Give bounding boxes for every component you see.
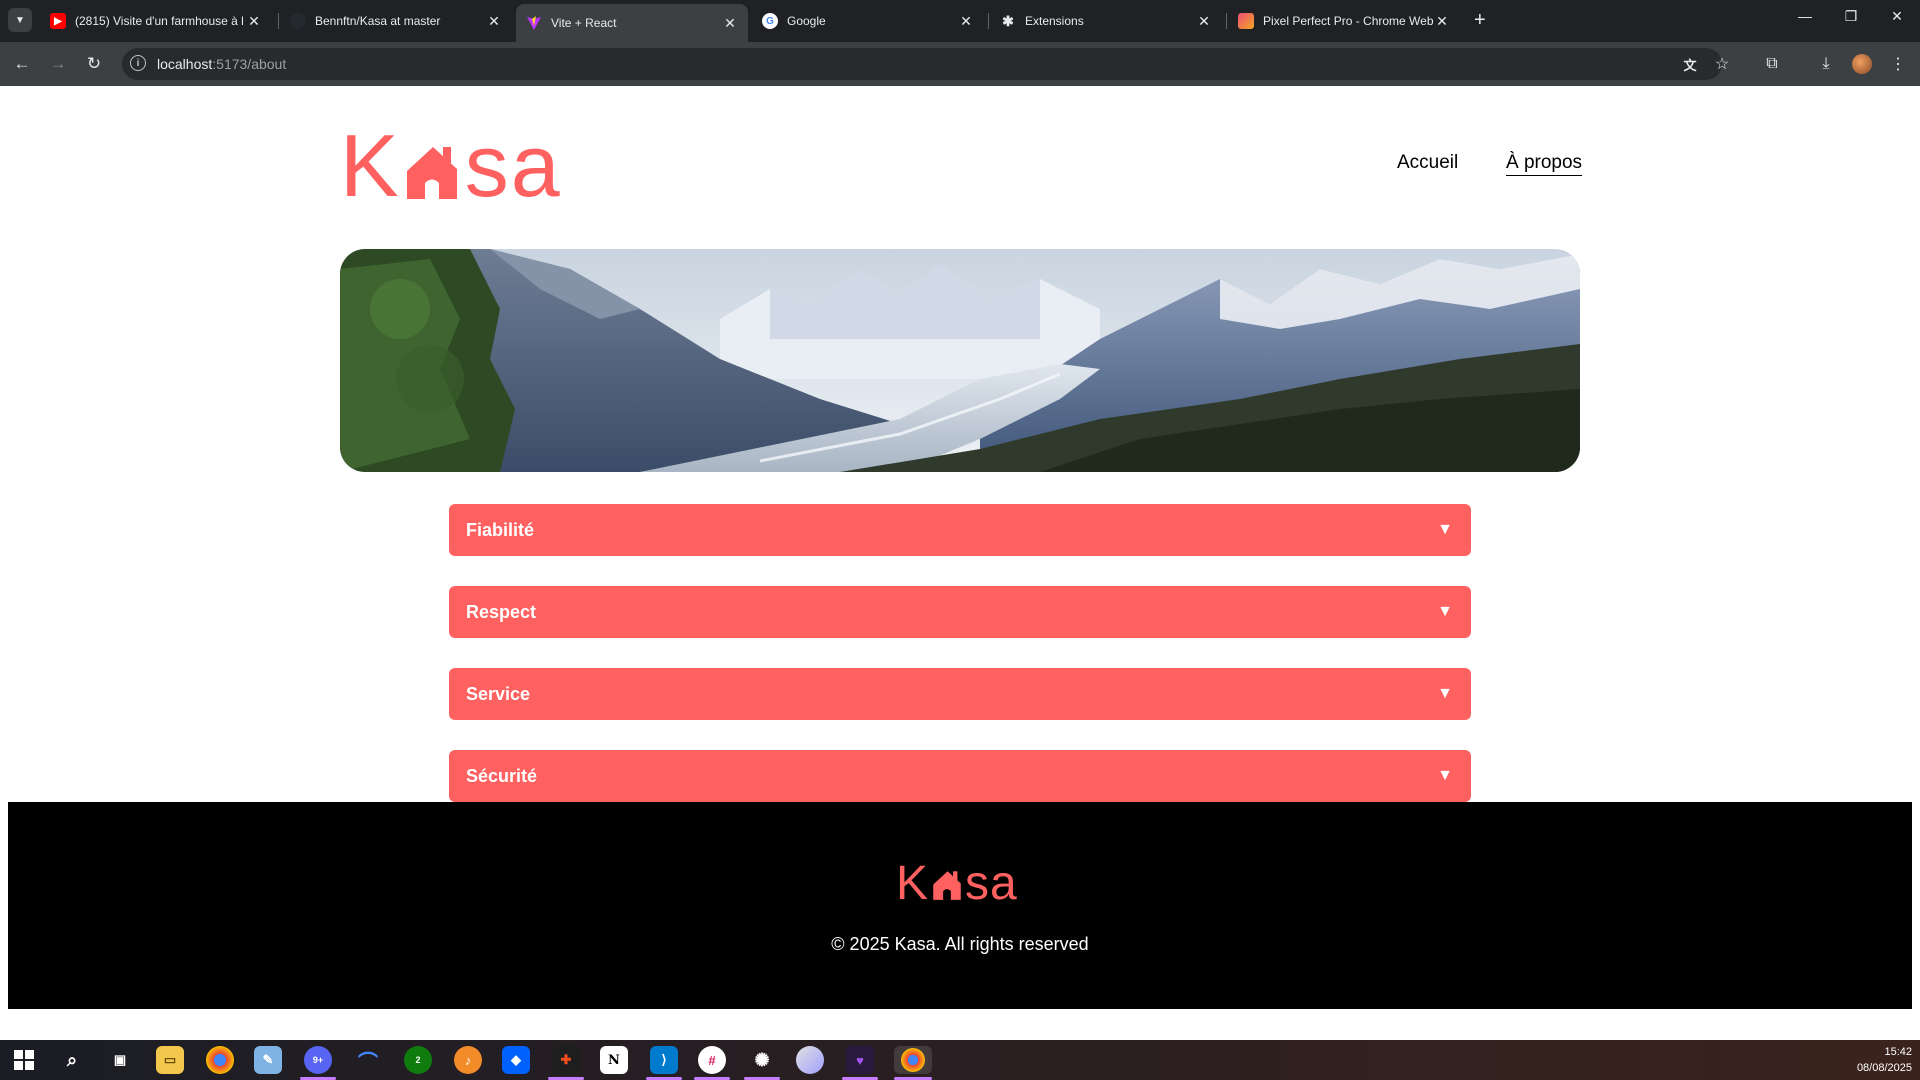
house-logo-icon <box>931 868 963 906</box>
house-logo-icon <box>403 141 461 206</box>
windows-start-icon[interactable] <box>10 1046 38 1074</box>
chatgpt-icon[interactable]: ✺ <box>748 1046 776 1074</box>
notepad-icon[interactable]: ✎ <box>254 1046 282 1074</box>
slack-icon[interactable]: # <box>698 1046 726 1074</box>
extensions-icon[interactable]: ⧉ <box>1760 52 1784 76</box>
profile-avatar-icon[interactable] <box>1850 52 1874 76</box>
close-icon[interactable]: ✕ <box>958 13 974 30</box>
collapse-fiabilite[interactable]: Fiabilité ▼ <box>449 504 1471 556</box>
browser-menu-icon[interactable]: ⋮ <box>1886 52 1910 76</box>
chevron-down-icon[interactable]: ▼ <box>1437 767 1453 785</box>
nav-link-about[interactable]: À propos <box>1506 152 1582 174</box>
tab-separator <box>988 13 989 29</box>
close-icon[interactable]: ✕ <box>246 13 262 30</box>
task-view-icon[interactable]: ▣ <box>106 1046 134 1074</box>
close-icon[interactable]: ✕ <box>1196 13 1212 30</box>
close-icon[interactable]: ✕ <box>486 13 502 30</box>
browser-tab-bar: ▼ ▶ (2815) Visite d'un farmhouse à l ✕ B… <box>0 0 1920 42</box>
vscode-icon[interactable]: ⟩ <box>650 1046 678 1074</box>
fl-studio-icon[interactable]: ♪ <box>454 1046 482 1074</box>
chevron-down-icon[interactable]: ▼ <box>1437 685 1453 703</box>
address-bar[interactable] <box>122 48 1722 80</box>
chevron-down-icon[interactable]: ▼ <box>1437 603 1453 621</box>
pixel-perfect-icon <box>1238 13 1254 29</box>
bookmark-star-icon[interactable]: ☆ <box>1710 52 1734 76</box>
close-icon[interactable]: ✕ <box>1434 13 1450 30</box>
forward-icon[interactable]: → <box>46 52 70 76</box>
chevron-down-icon[interactable]: ▼ <box>1437 521 1453 539</box>
tab-google[interactable]: G Google ✕ <box>752 6 984 36</box>
file-explorer-icon[interactable]: ▭ <box>156 1046 184 1074</box>
minimize-icon[interactable]: — <box>1790 8 1820 24</box>
system-clock[interactable]: 15:42 08/08/2025 <box>1857 1044 1912 1076</box>
translate-icon[interactable]: 文 <box>1678 52 1702 76</box>
youtube-icon: ▶ <box>50 13 66 29</box>
github-icon <box>290 13 306 29</box>
footer-kasa-logo: K sa <box>896 857 1018 910</box>
tab-vite-react[interactable]: Vite + React ✕ <box>516 4 748 42</box>
site-info-icon[interactable]: i <box>130 55 146 71</box>
close-icon[interactable]: ✕ <box>722 15 738 32</box>
tab-youtube[interactable]: ▶ (2815) Visite d'un farmhouse à l ✕ <box>40 6 272 36</box>
tab-github[interactable]: Bennftn/Kasa at master ✕ <box>280 6 512 36</box>
tab-separator <box>278 13 279 29</box>
xbox-icon[interactable]: 2 <box>404 1046 432 1074</box>
new-tab-button[interactable]: + <box>1474 10 1486 30</box>
window-close-icon[interactable]: ✕ <box>1882 8 1912 25</box>
about-banner-image <box>340 249 1580 472</box>
tab-separator <box>1226 13 1227 29</box>
chrome-active-icon[interactable] <box>894 1046 932 1074</box>
reload-icon[interactable]: ↻ <box>82 52 106 76</box>
collapse-securite[interactable]: Sécurité ▼ <box>449 750 1471 802</box>
obsidian-icon[interactable]: ♥ <box>846 1046 874 1074</box>
chrome-icon[interactable] <box>206 1046 234 1074</box>
tab-pixel-perfect[interactable]: Pixel Perfect Pro - Chrome Web ✕ <box>1228 6 1460 36</box>
tab-search-button[interactable]: ▼ <box>8 8 32 32</box>
kasa-logo[interactable]: K sa <box>340 122 562 210</box>
site-footer: K sa © 2025 Kasa. All rights reserved <box>8 802 1912 1009</box>
windows-taskbar <box>0 1040 1920 1080</box>
restore-icon[interactable]: ❐ <box>1836 8 1866 25</box>
discord-icon[interactable]: 9+ <box>304 1046 332 1074</box>
google-icon: G <box>762 13 778 29</box>
kasa-about-page: K sa Accueil À propos Fiabilité ▼ Respec… <box>0 86 1920 1039</box>
dropbox-icon[interactable]: ◆ <box>502 1046 530 1074</box>
puzzle-icon: ✱ <box>1002 12 1014 29</box>
vite-icon <box>526 15 542 31</box>
nordvpn-icon[interactable]: ⌒ <box>354 1046 382 1074</box>
collapse-respect[interactable]: Respect ▼ <box>449 586 1471 638</box>
back-icon[interactable]: ← <box>10 52 34 76</box>
collapse-service[interactable]: Service ▼ <box>449 668 1471 720</box>
tab-extensions[interactable]: ✱ Extensions ✕ <box>990 6 1222 36</box>
download-icon[interactable]: ⤓ <box>1814 52 1838 76</box>
url-text[interactable]: localhost:5173/about <box>157 56 286 72</box>
search-icon[interactable]: ⌕ <box>58 1046 86 1074</box>
notion-icon[interactable]: N <box>600 1046 628 1074</box>
paint-icon[interactable] <box>796 1046 824 1074</box>
figma-icon[interactable]: ✚ <box>552 1046 580 1074</box>
footer-copyright: © 2025 Kasa. All rights reserved <box>831 934 1089 954</box>
nav-link-home[interactable]: Accueil <box>1397 152 1458 174</box>
